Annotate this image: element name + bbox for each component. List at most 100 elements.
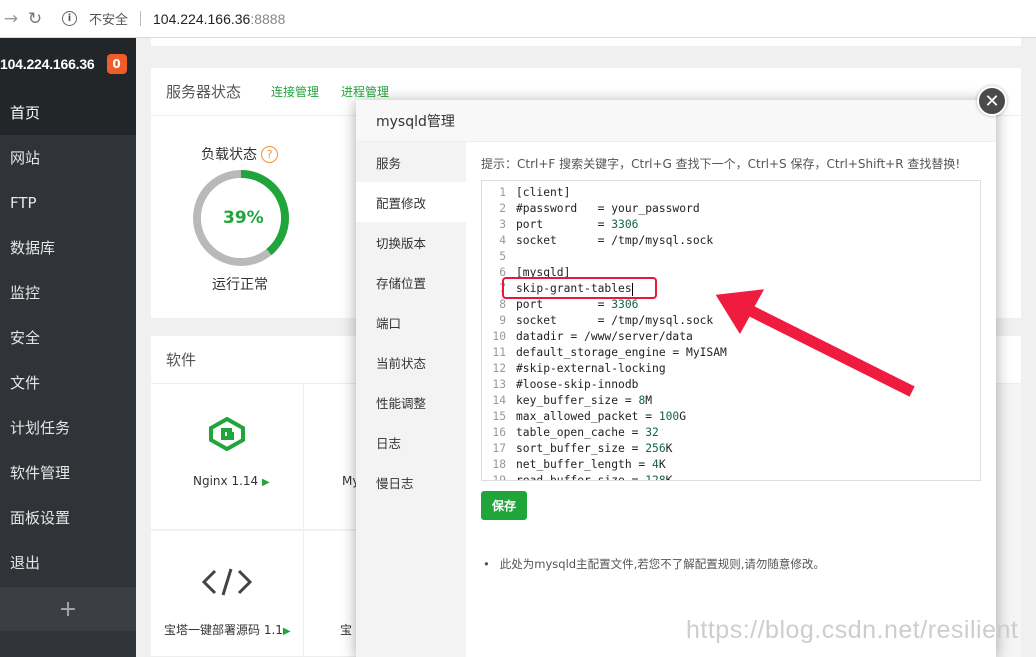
server-host-row: 104.224.166.36 0	[0, 38, 136, 90]
code-line: 15 max_allowed_packet = 100G	[482, 409, 980, 425]
software-tile-mysql[interactable]: My	[304, 384, 364, 530]
software-title: 软件	[166, 351, 197, 369]
help-icon[interactable]: ?	[261, 145, 278, 163]
code-line: 2 #password = your_password	[482, 201, 980, 217]
config-note: 此处为mysqld主配置文件,若您不了解配置规则,请勿随意修改。	[481, 556, 825, 572]
forward-icon[interactable]: →	[0, 0, 22, 38]
modal-tab[interactable]: 端口	[356, 302, 466, 342]
code-line: 17 sort_buffer_size = 256K	[482, 441, 980, 457]
nginx-icon	[209, 417, 245, 451]
connection-manage-link[interactable]: 连接管理	[271, 83, 319, 100]
sidebar-item[interactable]: 计划任务	[0, 405, 136, 450]
add-icon[interactable]: +	[0, 587, 136, 631]
browser-toolbar: → ↻ i 不安全 104.224.166.36:8888	[0, 0, 1036, 38]
code-text: #password = your_password	[516, 202, 700, 215]
top-card-strip	[151, 38, 1021, 46]
line-number: 13	[492, 378, 506, 391]
line-number: 3	[499, 218, 506, 231]
load-status-text: 运行正常	[212, 277, 268, 293]
sidebar-item[interactable]: 文件	[0, 360, 136, 405]
sidebar-item[interactable]: 软件管理	[0, 450, 136, 495]
code-line: 1 [client]	[482, 185, 980, 201]
code-line: 4 socket = /tmp/mysql.sock	[482, 233, 980, 249]
modal-tab[interactable]: 日志	[356, 422, 466, 462]
shortcut-tip: 提示：Ctrl+F 搜索关键字，Ctrl+G 查找下一个，Ctrl+S 保存，C…	[481, 157, 961, 171]
highlight-box	[502, 277, 657, 299]
software-tile-bt[interactable]: 宝	[304, 531, 364, 657]
sidebar-menu: 首页 网站 FTP 数据库 监控 安全 文件 计划任务 软件管理 面板设置 退出	[0, 90, 136, 585]
code-line: 19 read_buffer_size = 128K	[482, 473, 980, 481]
line-number: 9	[499, 314, 506, 327]
code-text: socket = /tmp/mysql.sock	[516, 314, 714, 327]
software-name: 宝塔一键部署源码 1.1▶	[164, 623, 291, 637]
sidebar-item[interactable]: 首页	[0, 90, 136, 135]
code-text: table_open_cache = 32	[516, 426, 659, 439]
code-text: socket = /tmp/mysql.sock	[516, 234, 714, 247]
play-icon: ▶	[262, 477, 270, 488]
message-count-badge[interactable]: 0	[106, 54, 127, 74]
code-line: 18 net_buffer_length = 4K	[482, 457, 980, 473]
sidebar-item[interactable]: 退出	[0, 540, 136, 585]
line-number: 14	[492, 394, 506, 407]
modal-tab[interactable]: 慢日志	[356, 462, 466, 502]
code-text: #loose-skip-innodb	[516, 378, 639, 391]
red-arrow-icon	[712, 286, 918, 400]
code-text: max_allowed_packet = 100G	[516, 410, 687, 423]
code-text: read_buffer_size = 128K	[516, 474, 673, 481]
code-text: datadir = /www/server/data	[516, 330, 693, 343]
process-manage-link[interactable]: 进程管理	[341, 83, 389, 100]
insecure-label: 不安全	[89, 13, 129, 28]
save-button[interactable]: 保存	[481, 491, 527, 520]
software-tile-deploy[interactable]: 宝塔一键部署源码 1.1▶	[151, 531, 304, 657]
code-text: sort_buffer_size = 256K	[516, 442, 673, 455]
line-number: 2	[499, 202, 506, 215]
software-tile-nginx[interactable]: Nginx 1.14 ▶	[151, 384, 304, 530]
line-number: 12	[492, 362, 506, 375]
sidebar: 104.224.166.36 0 首页 网站 FTP 数据库 监控 安全 文件 计划任务 软件管…	[0, 38, 136, 657]
code-text: key_buffer_size = 8M	[516, 394, 653, 407]
address-bar[interactable]: i 不安全 104.224.166.36:8888	[62, 4, 285, 34]
modal-title: mysqld管理	[356, 100, 996, 142]
close-icon[interactable]: ✕	[977, 86, 1007, 116]
modal-tab[interactable]: 服务	[356, 142, 466, 182]
code-text: #skip-external-locking	[516, 362, 666, 375]
line-number: 5	[499, 250, 506, 263]
play-icon: ▶	[282, 626, 291, 637]
code-text: default_storage_engine = MyISAM	[516, 346, 727, 359]
reload-icon[interactable]: ↻	[22, 0, 48, 38]
modal-tab[interactable]: 当前状态	[356, 342, 466, 382]
line-number: 16	[492, 426, 506, 439]
modal-nav: 服务 配置修改 切换版本 存储位置 端口 当前状态 性能调整 日志 慢日志	[356, 142, 466, 657]
code-line: 3 port = 3306	[482, 217, 980, 233]
code-text: port = 3306	[516, 218, 639, 231]
info-icon[interactable]: i	[62, 11, 77, 26]
modal-tab[interactable]: 存储位置	[356, 262, 466, 302]
server-host: 104.224.166.36	[0, 56, 95, 72]
sidebar-item[interactable]: 面板设置	[0, 495, 136, 540]
line-number: 17	[492, 442, 506, 455]
load-status-label: 负载状态	[201, 147, 257, 163]
load-value: 39%	[223, 208, 264, 228]
sidebar-item[interactable]: 数据库	[0, 225, 136, 270]
software-name: Nginx 1.14 ▶	[193, 474, 270, 488]
line-number: 11	[492, 346, 506, 359]
modal-tab[interactable]: 性能调整	[356, 382, 466, 422]
watermark: https://blog.csdn.net/resilient	[686, 616, 1019, 644]
server-status-title: 服务器状态	[166, 83, 242, 101]
sidebar-item[interactable]: 安全	[0, 315, 136, 360]
code-line: 5	[482, 249, 980, 265]
line-number: 8	[499, 298, 506, 311]
software-name: 宝	[340, 623, 353, 637]
code-text: net_buffer_length = 4K	[516, 458, 666, 471]
sidebar-item[interactable]: 监控	[0, 270, 136, 315]
line-number: 4	[499, 234, 506, 247]
modal-tab[interactable]: 切换版本	[356, 222, 466, 262]
sidebar-item[interactable]: FTP	[0, 180, 136, 225]
modal-tab[interactable]: 配置修改	[356, 182, 466, 222]
line-number: 15	[492, 410, 506, 423]
line-number: 18	[492, 458, 506, 471]
sidebar-item[interactable]: 网站	[0, 135, 136, 180]
url-text[interactable]: 104.224.166.36:8888	[153, 11, 285, 27]
code-line: 16 table_open_cache = 32	[482, 425, 980, 441]
